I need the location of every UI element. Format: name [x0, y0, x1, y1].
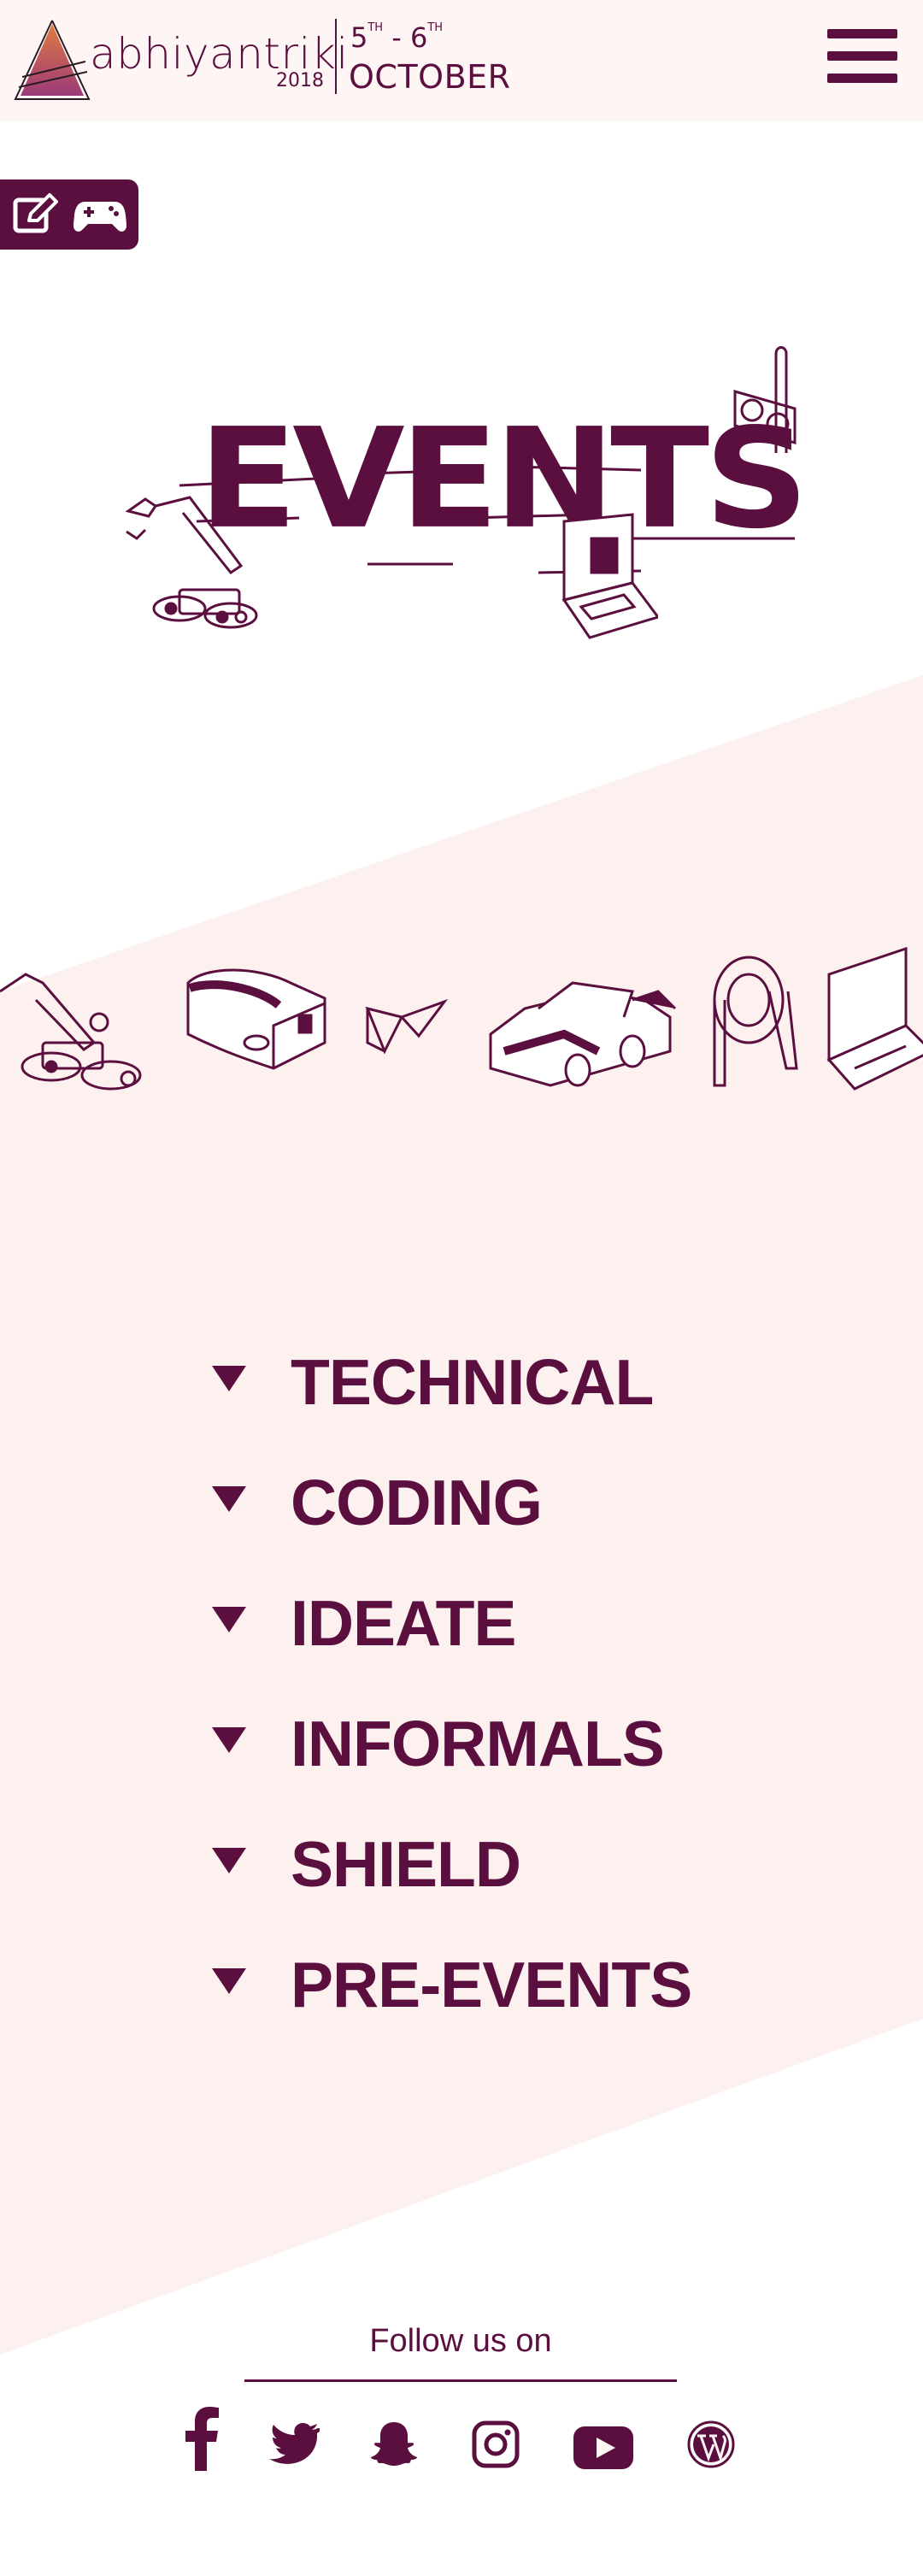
gear-rack-icon [713, 956, 798, 1087]
expand-triangle-icon [212, 1727, 246, 1753]
date-separator: - 6 [391, 21, 428, 54]
logo-divider [335, 19, 337, 94]
expand-triangle-icon [212, 1607, 246, 1632]
laptop-icon [826, 946, 923, 1091]
hamburger-menu-icon[interactable] [827, 26, 897, 87]
category-informals[interactable]: INFORMALS [212, 1695, 810, 1815]
illustration-row [0, 946, 923, 1091]
laptop-icon [561, 513, 658, 639]
expand-triangle-icon [212, 1486, 246, 1512]
car-icon [489, 981, 677, 1087]
follow-divider [244, 2379, 677, 2382]
vr-headset-icon [186, 968, 326, 1070]
site-header: abhiyantriki 2018 5TH - 6TH OCTOBER [0, 0, 923, 121]
event-categories: TECHNICAL CODING IDEATE INFORMALS SHIELD… [212, 1333, 810, 2056]
category-ideate[interactable]: IDEATE [212, 1574, 810, 1695]
logo-triangle-icon [14, 20, 91, 100]
logo-year: 2018 [276, 70, 324, 91]
edit-icon[interactable] [12, 191, 60, 238]
category-coding[interactable]: CODING [212, 1454, 810, 1574]
date-end-suffix: TH [427, 21, 444, 34]
expand-triangle-icon [212, 1848, 246, 1873]
category-technical[interactable]: TECHNICAL [212, 1333, 810, 1454]
event-dates: 5TH - 6TH [350, 21, 444, 54]
quick-actions-tab [0, 179, 138, 250]
category-pre-events[interactable]: PRE-EVENTS [212, 1936, 810, 2056]
facebook-icon[interactable] [183, 2406, 220, 2471]
youtube-icon[interactable] [573, 2415, 634, 2480]
events-hero: EVENTS [111, 342, 812, 658]
expand-triangle-icon [212, 1968, 246, 1994]
date-start-suffix: TH [367, 21, 384, 34]
instagram-icon[interactable] [472, 2412, 520, 2477]
twitter-icon[interactable] [268, 2413, 320, 2478]
event-month: OCTOBER [349, 58, 511, 96]
category-label: INFORMALS [291, 1708, 665, 1779]
paper-plane-icon [365, 998, 449, 1055]
date-start: 5 [350, 21, 368, 54]
category-label: SHIELD [291, 1828, 521, 1900]
category-label: IDEATE [291, 1587, 516, 1659]
category-shield[interactable]: SHIELD [212, 1815, 810, 1936]
gamepad-icon[interactable] [73, 191, 126, 238]
site-logo[interactable]: abhiyantriki 2018 5TH - 6TH OCTOBER [14, 17, 511, 103]
follow-us-text: Follow us on [369, 2323, 552, 2359]
category-label: CODING [291, 1467, 543, 1538]
speed-lines-decoration [179, 465, 795, 574]
snapchat-icon[interactable] [369, 2412, 419, 2477]
expand-triangle-icon [212, 1366, 246, 1391]
robot-arm-rover-icon [0, 973, 142, 1091]
category-label: TECHNICAL [291, 1346, 654, 1418]
wordpress-icon[interactable] [687, 2412, 735, 2477]
category-label: PRE-EVENTS [291, 1949, 692, 2020]
